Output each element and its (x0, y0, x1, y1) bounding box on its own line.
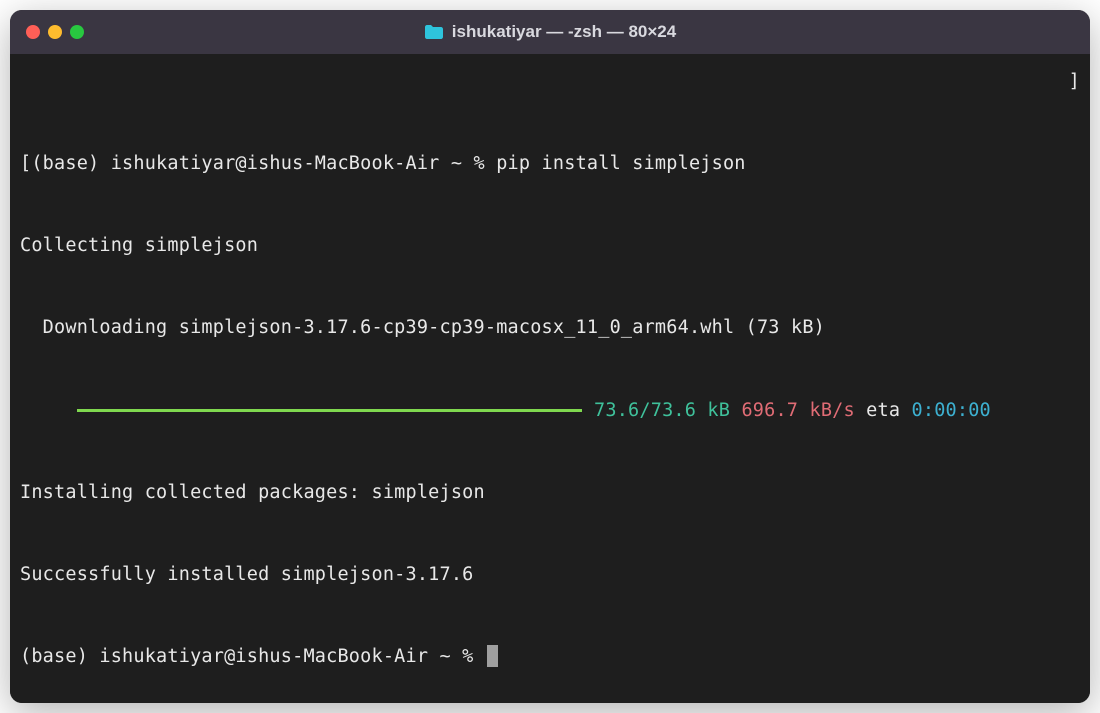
prompt-line-1: [(base) ishukatiyar@ishus-MacBook-Air ~ … (20, 150, 1080, 177)
command-text: pip install simplejson (496, 153, 745, 174)
window-title: ishukatiyar — -zsh — 80×24 (452, 22, 676, 42)
maximize-button[interactable] (70, 25, 84, 39)
prompt-line-2: (base) ishukatiyar@ishus-MacBook-Air ~ % (20, 643, 1080, 670)
progress-line: 73.6/73.6 kB 696.7 kB/s eta 0:00:00 (20, 397, 1080, 424)
progress-eta: 0:00:00 (900, 397, 991, 424)
progress-done: 73.6/73.6 kB (583, 397, 730, 424)
installing-line: Installing collected packages: simplejso… (20, 479, 1080, 506)
success-line: Successfully installed simplejson-3.17.6 (20, 561, 1080, 588)
prompt-prefix-2: (base) ishukatiyar@ishus-MacBook-Air ~ % (20, 646, 485, 667)
terminal-window: ishukatiyar — -zsh — 80×24 ] [(base) ish… (10, 10, 1090, 703)
collecting-line: Collecting simplejson (20, 232, 1080, 259)
progress-eta-label: eta (855, 397, 900, 424)
traffic-lights (10, 25, 84, 39)
progress-bar (77, 409, 582, 412)
right-bracket: ] (1069, 68, 1080, 95)
folder-icon (424, 24, 444, 40)
cursor (487, 645, 498, 667)
title-wrap: ishukatiyar — -zsh — 80×24 (10, 22, 1090, 42)
titlebar[interactable]: ishukatiyar — -zsh — 80×24 (10, 10, 1090, 54)
terminal-body[interactable]: ] [(base) ishukatiyar@ishus-MacBook-Air … (10, 54, 1090, 703)
progress-rate: 696.7 kB/s (730, 397, 855, 424)
progress-indent (20, 397, 77, 424)
downloading-line: Downloading simplejson-3.17.6-cp39-cp39-… (20, 314, 1080, 341)
minimize-button[interactable] (48, 25, 62, 39)
close-button[interactable] (26, 25, 40, 39)
prompt-prefix: [(base) ishukatiyar@ishus-MacBook-Air ~ … (20, 153, 496, 174)
